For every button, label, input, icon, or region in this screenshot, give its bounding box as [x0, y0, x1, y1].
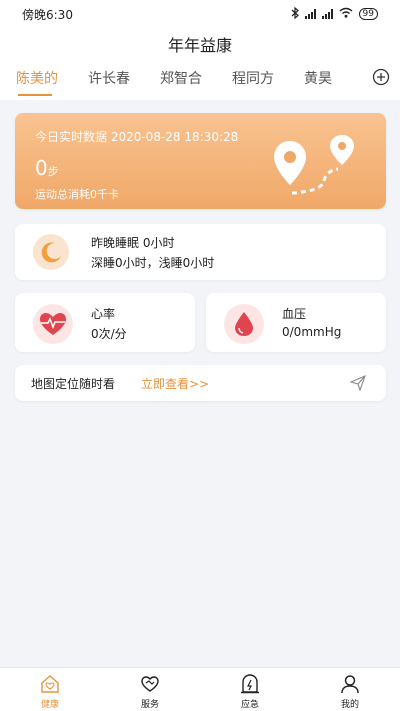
tab-member-3[interactable]: 郑智合 [158, 68, 230, 88]
battery-icon: 99 [358, 8, 378, 20]
nav-emergency[interactable]: 应急 [200, 668, 300, 711]
steps-number: 0 [35, 156, 48, 180]
sleep-card[interactable]: 昨晚睡眠 0小时 深睡0小时，浅睡0小时 [15, 224, 386, 280]
sleep-detail: 深睡0小时，浅睡0小时 [91, 256, 215, 270]
status-time: 傍晚6:30 [22, 7, 73, 22]
signal-icon-2 [321, 9, 333, 19]
map-card[interactable]: 地图定位随时看 立即查看>> [15, 365, 386, 401]
signal-icon-1 [304, 9, 316, 19]
blood-pressure-card[interactable]: 血压 0/0mmHg [206, 293, 386, 352]
wifi-icon [339, 7, 353, 21]
status-bar: 傍晚6:30 99 [0, 0, 400, 28]
nav-health[interactable]: 健康 [0, 668, 100, 711]
calories-text: 运动总消耗0千卡 [35, 188, 119, 201]
map-text: 地图定位随时看 [31, 377, 116, 391]
steps-value: 0步 [35, 156, 59, 180]
bottom-nav: 健康 服务 应急 我的 [0, 667, 400, 711]
tab-member-5[interactable]: 黄昊 [302, 68, 374, 88]
member-tabs: 陈美的 许长春 郑智合 程同方 黄昊 [14, 68, 390, 100]
realtime-date: 今日实时数据 2020-08-28 18:30:28 [35, 130, 239, 144]
header: 年年益康 陈美的 许长春 郑智合 程同方 黄昊 [0, 28, 400, 100]
nav-mine-label: 我的 [340, 700, 359, 710]
heart-rate-card[interactable]: 心率 0次/分 [15, 293, 195, 352]
tab-member-1[interactable]: 陈美的 [14, 68, 86, 96]
steps-card[interactable]: 今日实时数据 2020-08-28 18:30:28 0步 运动总消耗0千卡 [15, 113, 386, 209]
user-icon [340, 674, 360, 694]
nav-service-label: 服务 [140, 700, 159, 710]
emergency-icon [240, 674, 260, 694]
view-now-link[interactable]: 立即查看>> [141, 375, 209, 392]
home-health-icon [40, 674, 60, 694]
heart-rate-label: 心率 [91, 307, 116, 321]
sleep-duration: 昨晚睡眠 0小时 [91, 236, 175, 250]
heart-rate-value: 0次/分 [91, 327, 127, 341]
nav-health-label: 健康 [40, 700, 59, 710]
handshake-icon [140, 674, 160, 694]
bluetooth-icon [291, 6, 299, 22]
route-pin-icon [272, 133, 364, 205]
page-title: 年年益康 [167, 36, 232, 55]
blood-pressure-value: 0/0mmHg [282, 325, 342, 339]
steps-unit: 步 [47, 165, 59, 178]
add-circle-icon[interactable] [372, 68, 390, 86]
nav-mine[interactable]: 我的 [300, 668, 400, 711]
send-arrow-icon[interactable] [349, 374, 366, 392]
nav-service[interactable]: 服务 [100, 668, 200, 711]
blood-drop-icon [224, 304, 264, 344]
nav-emergency-label: 应急 [240, 700, 259, 710]
blood-pressure-label: 血压 [282, 307, 307, 321]
heart-rate-icon [33, 304, 73, 344]
tab-member-2[interactable]: 许长春 [86, 68, 158, 88]
status-icons: 99 [291, 6, 378, 22]
tab-member-4[interactable]: 程同方 [230, 68, 302, 88]
moon-icon [33, 234, 69, 270]
